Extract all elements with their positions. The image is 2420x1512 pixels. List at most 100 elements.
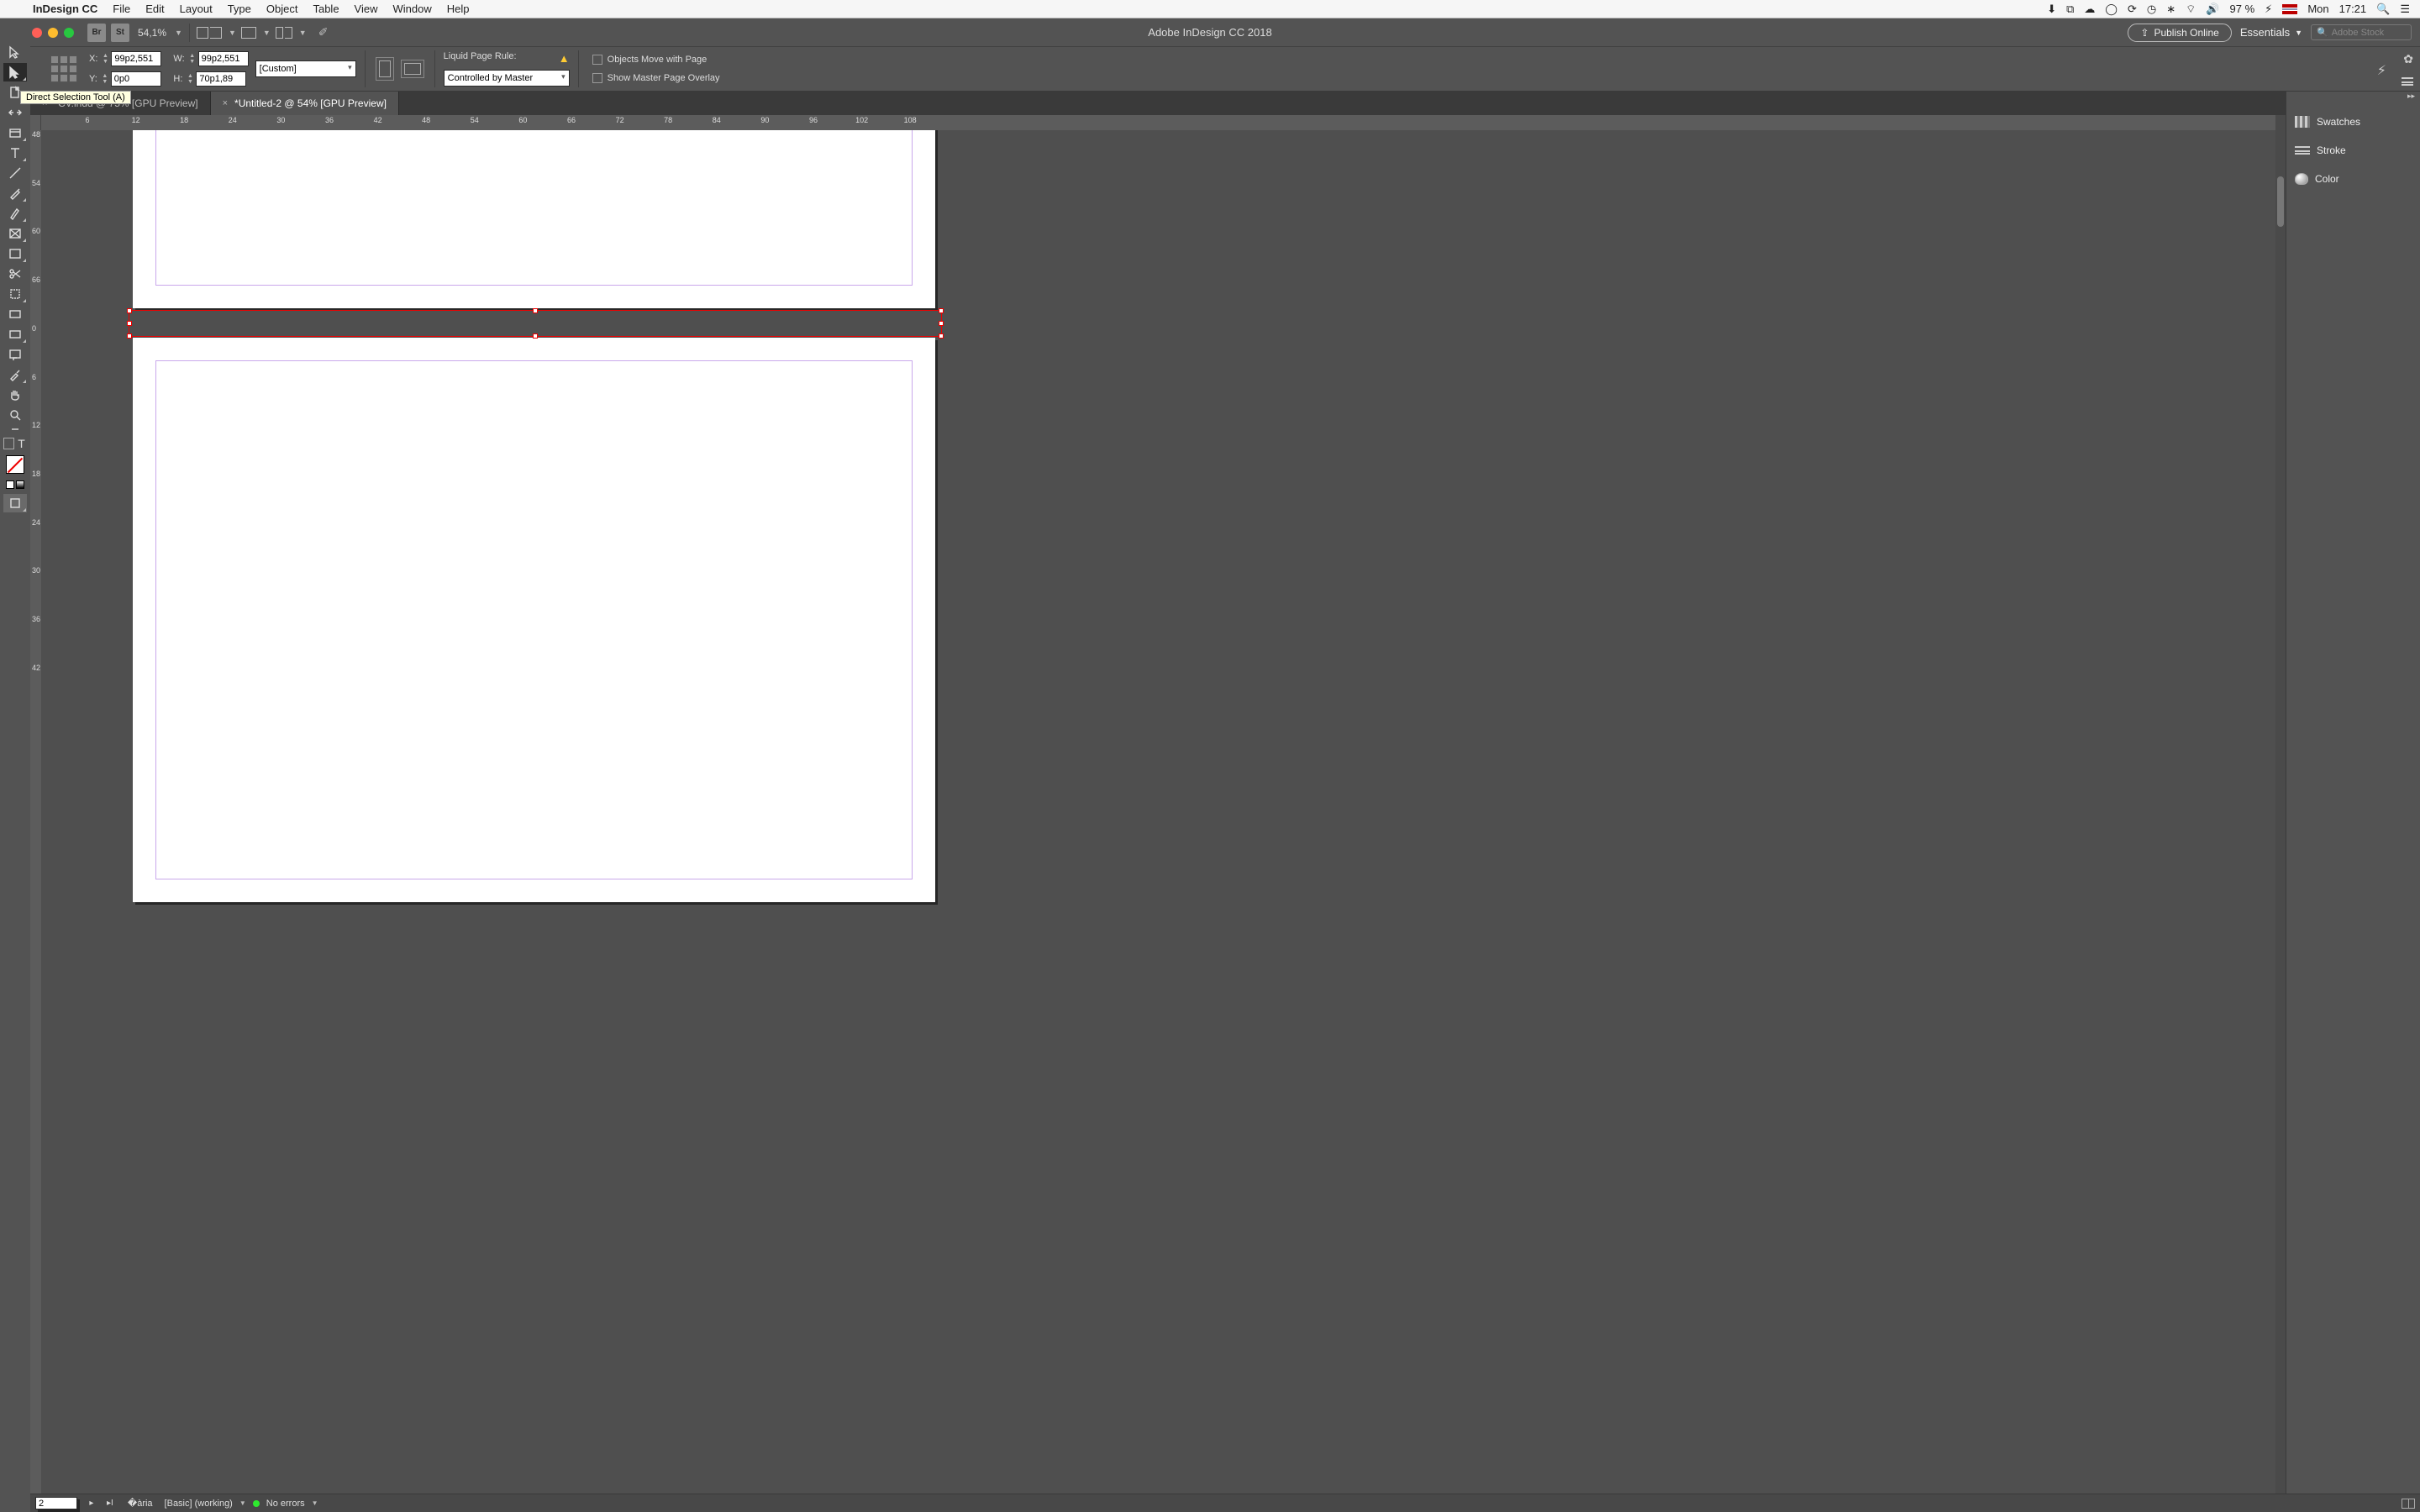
- orientation-portrait[interactable]: [376, 57, 394, 81]
- panel-color[interactable]: Color: [2286, 167, 2420, 191]
- zoom-chevron-icon[interactable]: ▼: [175, 29, 182, 37]
- view-options-group[interactable]: ▼: [197, 27, 241, 39]
- vertical-ruler[interactable]: 4854606606121824303642: [30, 130, 41, 1494]
- screen-mode-group[interactable]: ▼: [241, 27, 276, 39]
- selection-tool[interactable]: [3, 43, 27, 61]
- preflight-dropdown-icon[interactable]: ▼: [312, 1499, 318, 1507]
- selected-frame[interactable]: [129, 310, 942, 337]
- apply-gradient-icon[interactable]: [16, 480, 24, 489]
- clock-icon[interactable]: ◷: [2147, 3, 2156, 16]
- h-input[interactable]: [196, 71, 246, 87]
- panel-menu-icon[interactable]: [2402, 77, 2413, 86]
- note-tool[interactable]: [3, 345, 27, 364]
- apply-color-icon[interactable]: [6, 480, 14, 489]
- page-preset-select[interactable]: [Custom]: [255, 60, 356, 77]
- y-input[interactable]: [111, 71, 161, 87]
- rectangle-tool[interactable]: [3, 244, 27, 263]
- horizontal-ruler[interactable]: 6121824303642485460667278849096102108: [41, 115, 2275, 130]
- menu-window[interactable]: Window: [386, 3, 439, 15]
- h-field[interactable]: H: ▲▼: [173, 71, 248, 87]
- battery-text[interactable]: 97 %: [2230, 3, 2255, 15]
- gpu-rocket-icon[interactable]: ✐: [318, 25, 329, 39]
- w-input[interactable]: [198, 51, 249, 66]
- close-tab-icon[interactable]: ×: [223, 98, 228, 108]
- direct-selection-tool[interactable]: [3, 63, 27, 81]
- y-field[interactable]: Y: ▲▼: [89, 71, 161, 87]
- cc-icon[interactable]: ◯: [2105, 3, 2118, 16]
- h-spinner[interactable]: ▲▼: [186, 71, 194, 87]
- menu-view[interactable]: View: [347, 3, 386, 15]
- arrange-docs-group[interactable]: ▼: [276, 27, 312, 39]
- window-minimize[interactable]: [48, 28, 58, 38]
- reference-point-grid[interactable]: [50, 55, 77, 82]
- dropbox-icon[interactable]: ⧉: [2066, 3, 2074, 16]
- format-container-icon[interactable]: [3, 438, 14, 449]
- bridge-button[interactable]: Br: [87, 24, 106, 42]
- pencil-tool[interactable]: [3, 204, 27, 223]
- split-view-icon[interactable]: [2402, 1499, 2415, 1509]
- panel-swatches[interactable]: Swatches: [2286, 110, 2420, 134]
- menubar-day[interactable]: Mon: [2307, 3, 2328, 15]
- open-nav-icon[interactable]: �ària: [128, 1498, 153, 1509]
- fill-stroke-swatch[interactable]: [6, 455, 24, 474]
- page-number-input[interactable]: [35, 1497, 77, 1509]
- line-tool[interactable]: [3, 164, 27, 182]
- window-zoom[interactable]: [64, 28, 74, 38]
- format-text-icon[interactable]: T: [16, 438, 27, 449]
- pen-tool[interactable]: [3, 184, 27, 202]
- doc-tab-1[interactable]: × *Untitled-2 @ 54% [GPU Preview]: [211, 92, 399, 115]
- menu-type[interactable]: Type: [220, 3, 259, 15]
- master-overlay-checkbox[interactable]: Show Master Page Overlay: [592, 73, 720, 83]
- zoom-tool[interactable]: [3, 406, 27, 424]
- y-spinner[interactable]: ▲▼: [101, 71, 109, 87]
- page-upper[interactable]: [133, 130, 935, 308]
- next-page-button[interactable]: ▸: [86, 1499, 97, 1508]
- sync-icon[interactable]: ⟳: [2128, 3, 2137, 16]
- rectangle-frame-tool[interactable]: [3, 224, 27, 243]
- hand-tool[interactable]: [3, 386, 27, 404]
- menubar-time[interactable]: 17:21: [2339, 3, 2367, 15]
- w-field[interactable]: W: ▲▼: [173, 51, 248, 66]
- paragraph-style-status[interactable]: [Basic] (working): [165, 1499, 233, 1509]
- scissors-tool[interactable]: [3, 265, 27, 283]
- stock-button[interactable]: St: [111, 24, 129, 42]
- menu-help[interactable]: Help: [439, 3, 477, 15]
- wifi-icon[interactable]: ⌔: [2186, 3, 2196, 16]
- type-tool[interactable]: [3, 144, 27, 162]
- menu-object[interactable]: Object: [259, 3, 306, 15]
- volume-icon[interactable]: 🔊: [2206, 3, 2219, 16]
- spotlight-icon[interactable]: 🔍: [2376, 3, 2390, 16]
- style-dropdown-icon[interactable]: ▼: [239, 1499, 246, 1507]
- panel-settings-icon[interactable]: ✿: [2403, 52, 2413, 66]
- publish-online-button[interactable]: ⇪ Publish Online: [2128, 24, 2231, 42]
- preflight-status[interactable]: No errors: [266, 1499, 305, 1509]
- workspace-switcher[interactable]: Essentials ▼: [2240, 26, 2302, 39]
- x-field[interactable]: X: ▲▼: [89, 51, 161, 66]
- orientation-landscape[interactable]: [401, 60, 424, 78]
- battery-icon[interactable]: ⚡︎: [2265, 3, 2272, 16]
- status-tray-icon[interactable]: ⬇︎: [2047, 3, 2056, 16]
- w-spinner[interactable]: ▲▼: [188, 51, 197, 66]
- page-lower[interactable]: [133, 338, 935, 902]
- free-transform-tool[interactable]: [3, 285, 27, 303]
- collapse-dock-icon[interactable]: ▸▸: [2407, 92, 2415, 101]
- cloud-icon[interactable]: ☁︎: [2084, 3, 2095, 16]
- panel-stroke[interactable]: Stroke: [2286, 139, 2420, 162]
- content-collector-tool[interactable]: [3, 123, 27, 142]
- ruler-origin[interactable]: [30, 115, 41, 130]
- eyedropper-tool[interactable]: [3, 365, 27, 384]
- gradient-feather-tool[interactable]: [3, 325, 27, 344]
- document-canvas[interactable]: [41, 130, 2275, 1494]
- gradient-swatch-tool[interactable]: [3, 305, 27, 323]
- menu-table[interactable]: Table: [305, 3, 346, 15]
- scrollbar-thumb[interactable]: [2277, 176, 2284, 227]
- menu-edit[interactable]: Edit: [138, 3, 171, 15]
- view-mode-icon[interactable]: [3, 494, 27, 512]
- vertical-scrollbar[interactable]: [2275, 130, 2286, 1494]
- liquid-rule-select[interactable]: Controlled by Master: [444, 70, 570, 87]
- flag-icon[interactable]: [2282, 4, 2297, 14]
- x-spinner[interactable]: ▲▼: [101, 51, 109, 66]
- zoom-level[interactable]: 54,1%: [138, 27, 166, 39]
- window-close[interactable]: [32, 28, 42, 38]
- menu-extras-icon[interactable]: ☰: [2400, 3, 2410, 16]
